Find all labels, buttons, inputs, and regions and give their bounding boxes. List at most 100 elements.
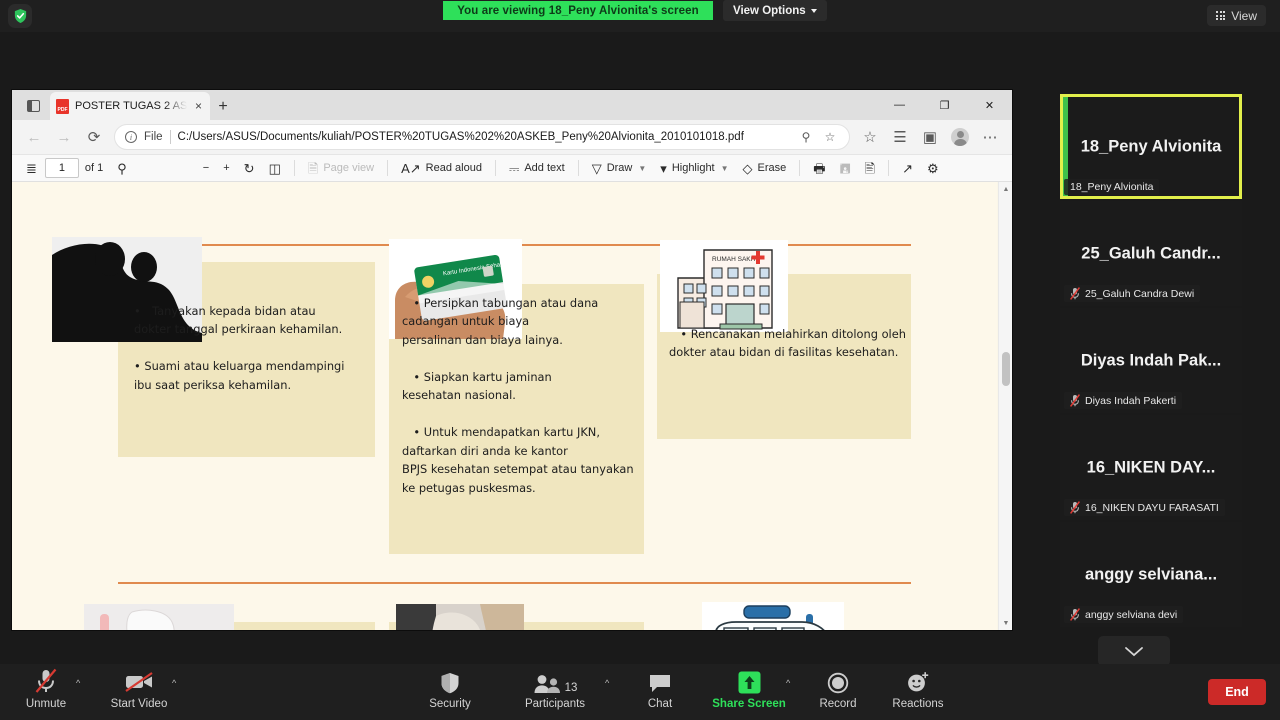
share-screen-caret-icon[interactable]: ^ <box>786 678 790 688</box>
browser-essentials-icon[interactable]: ▣ <box>916 123 944 151</box>
pdf-settings-button[interactable]: ⚙ <box>921 157 945 179</box>
info-icon[interactable]: i <box>125 131 137 143</box>
favorites-bar-icon[interactable]: ☆ <box>856 123 884 151</box>
page-view-button[interactable]: 🗎 Page view <box>302 157 380 179</box>
collections-icon[interactable]: ☰ <box>886 123 914 151</box>
browser-tab-strip: PDF POSTER TUGAS 2 ASKEB_Peny Al × + — ❐… <box>12 90 1012 120</box>
participant-tile-1[interactable]: 25_Galuh Candr... 25_Galuh Candra Dewi <box>1060 201 1242 306</box>
reload-icon[interactable]: ⟳ <box>80 123 108 151</box>
participant-name-label: 25_Galuh Candra Dewi <box>1064 285 1201 302</box>
pdf-viewport[interactable]: • Tanyakan kepada bidan atau dokter tang… <box>12 182 1012 630</box>
audio-options-caret-icon[interactable]: ^ <box>76 678 80 688</box>
page-total-label: of 1 <box>84 162 104 174</box>
zoom-in-button[interactable]: + <box>217 157 235 179</box>
reactions-button[interactable]: Reactions <box>883 668 953 710</box>
close-window-button[interactable]: ✕ <box>967 90 1012 120</box>
unmute-button[interactable]: Unmute <box>11 668 81 710</box>
highlight-button[interactable]: ▾ Highlight ▼ <box>654 157 734 179</box>
participant-tile-2[interactable]: Diyas Indah Pak... Diyas Indah Pakerti <box>1060 308 1242 413</box>
favorite-icon[interactable]: ☆ <box>821 128 839 146</box>
shield-check-icon[interactable] <box>8 4 32 28</box>
pdf-scroll-thumb[interactable] <box>1002 352 1010 386</box>
pdf-scrollbar[interactable]: ▲ ▼ <box>998 182 1012 630</box>
participant-tile-4[interactable]: anggy selviana... anggy selviana devi <box>1060 522 1242 627</box>
address-divider <box>169 130 171 144</box>
read-aloud-icon: A↗ <box>401 160 421 176</box>
screen-share-banner: You are viewing 18_Peny Alvionita's scre… <box>443 1 713 20</box>
avatar <box>951 128 969 146</box>
end-meeting-button[interactable]: End <box>1208 679 1266 705</box>
read-aloud-button[interactable]: A↗ Read aloud <box>395 157 488 179</box>
maximize-button[interactable]: ❐ <box>922 90 967 120</box>
record-label: Record <box>819 698 857 710</box>
participants-button[interactable]: 13 Participants <box>520 668 590 710</box>
add-text-label: Add text <box>524 162 565 174</box>
save-as-button[interactable]: 🖹 <box>859 157 881 179</box>
minimize-button[interactable]: — <box>877 90 922 120</box>
draw-label: Draw <box>606 162 633 174</box>
panel-1-text: • Tanyakan kepada bidan atau dokter tang… <box>134 304 345 392</box>
address-url: C:/Users/ASUS/Documents/kuliah/POSTER%20… <box>177 131 744 143</box>
share-screen-button[interactable]: Share Screen <box>712 668 786 710</box>
fit-page-icon: ◫ <box>268 160 281 176</box>
draw-button[interactable]: ▽ Draw ▼ <box>586 157 653 179</box>
profile-button[interactable] <box>946 123 974 151</box>
back-arrow-icon[interactable]: ← <box>20 123 48 151</box>
read-aloud-label: Read aloud <box>425 162 482 174</box>
participant-tile-0[interactable]: 18_Peny Alvionita 18_Peny Alvionita <box>1060 94 1242 199</box>
save-button[interactable]: 🖪 <box>834 157 857 179</box>
pdf-search-button[interactable]: ⚲ <box>111 157 133 179</box>
record-button[interactable]: Record <box>803 668 873 710</box>
toolbar-divider <box>293 160 295 176</box>
file-scheme-label: File <box>144 131 163 143</box>
search-icon[interactable]: ⚲ <box>797 128 815 146</box>
new-tab-button[interactable]: + <box>210 94 236 120</box>
pdf-favicon-icon: PDF <box>56 98 69 114</box>
address-bar[interactable]: i File C:/Users/ASUS/Documents/kuliah/PO… <box>114 124 850 150</box>
participant-tile-3[interactable]: 16_NIKEN DAY... 16_NIKEN DAYU FARASATI <box>1060 415 1242 520</box>
participants-count: 13 <box>564 682 578 694</box>
settings-and-more-icon[interactable]: ⋯ <box>976 123 1004 151</box>
browser-tab[interactable]: PDF POSTER TUGAS 2 ASKEB_Peny Al × <box>50 92 210 120</box>
zoom-out-button[interactable]: − <box>197 157 215 179</box>
participants-label: Participants <box>524 698 586 710</box>
filmstrip-scroll-down-button[interactable] <box>1098 636 1170 666</box>
erase-button[interactable]: ◇ Erase <box>737 157 793 179</box>
panel-2-text: • Persipkan tabungan atau dana cadangan … <box>402 296 634 495</box>
scroll-up-arrow-icon[interactable]: ▲ <box>999 182 1012 196</box>
toc-button[interactable]: ≣ <box>20 157 43 179</box>
chevron-down-icon <box>1125 646 1143 656</box>
page-number-input[interactable]: 1 <box>44 158 79 178</box>
toolbar-divider <box>888 160 890 176</box>
add-text-button[interactable]: ⎓ Add text <box>503 157 571 179</box>
fit-page-button[interactable]: ◫ <box>263 157 287 179</box>
start-video-button[interactable]: Start Video <box>104 668 174 710</box>
toolbar-divider <box>494 160 496 176</box>
print-button[interactable]: 🖶 <box>807 157 831 179</box>
toolbar-divider <box>799 160 801 176</box>
tab-actions-button[interactable] <box>18 92 48 120</box>
shield-icon <box>440 668 460 694</box>
view-layout-button[interactable]: View <box>1207 5 1266 26</box>
save-as-icon: 🖹 <box>864 160 876 176</box>
chat-button[interactable]: Chat <box>625 668 695 710</box>
chevron-down-icon[interactable]: ▼ <box>638 164 646 173</box>
search-icon: ⚲ <box>117 160 127 176</box>
microphone-muted-icon <box>1070 501 1080 514</box>
microphone-muted-icon <box>1070 608 1080 621</box>
page-view-icon: 🗎 <box>307 160 319 176</box>
security-button[interactable]: Security <box>415 668 485 710</box>
participant-display-name: Diyas Indah Pak... <box>1080 351 1222 369</box>
video-options-caret-icon[interactable]: ^ <box>172 678 176 688</box>
view-options-button[interactable]: View Options <box>723 0 827 21</box>
close-tab-button[interactable]: × <box>193 99 204 113</box>
forward-arrow-icon[interactable]: → <box>50 123 78 151</box>
fullscreen-button[interactable]: ↗ <box>896 157 919 179</box>
participants-icon-group: 13 <box>533 668 578 694</box>
participants-caret-icon[interactable]: ^ <box>605 678 609 688</box>
rotate-button[interactable]: ↻ <box>238 157 261 179</box>
scroll-down-arrow-icon[interactable]: ▼ <box>999 616 1012 630</box>
start-video-label: Start Video <box>110 698 168 710</box>
window-controls: — ❐ ✕ <box>877 90 1012 120</box>
chevron-down-icon[interactable]: ▼ <box>721 164 729 173</box>
